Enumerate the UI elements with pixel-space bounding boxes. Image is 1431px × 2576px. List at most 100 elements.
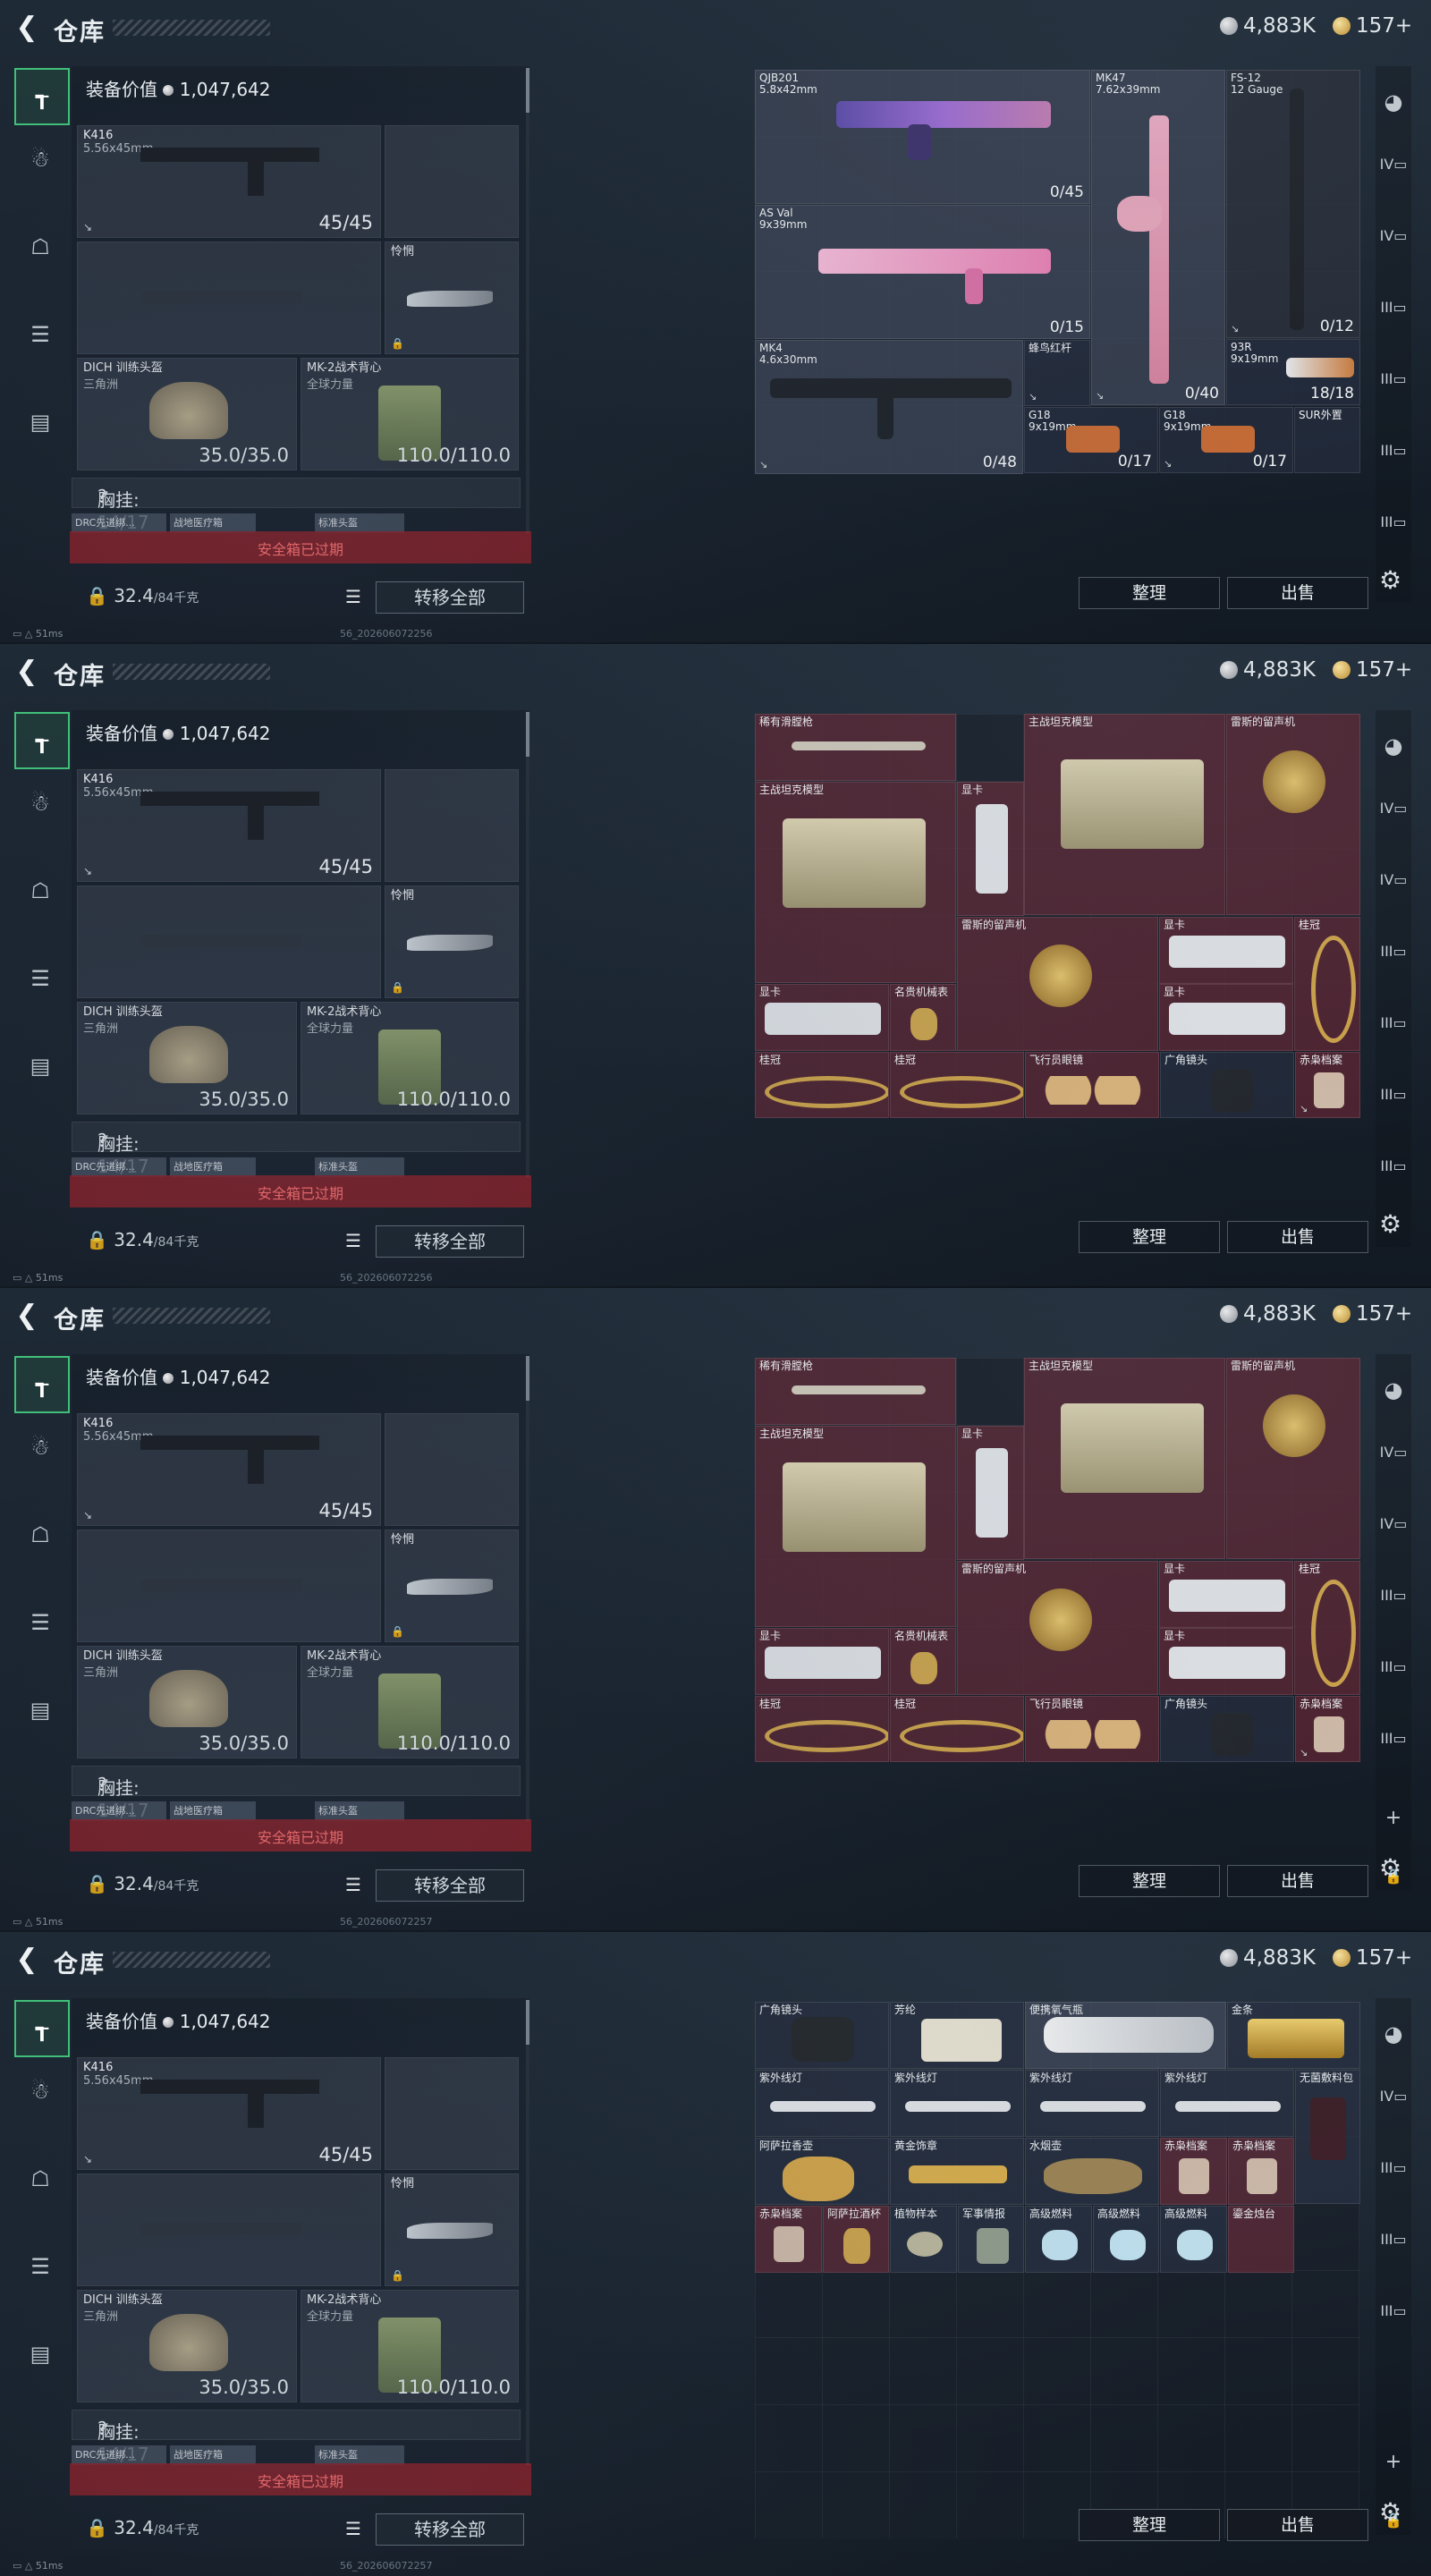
chest-rig-bar[interactable]: 胸挂: 14/17 ?	[72, 1122, 521, 1177]
stash-tab-3-icon[interactable]: III▭	[1376, 1587, 1411, 1604]
nav-bag-icon[interactable]: ☖	[14, 1508, 66, 1562]
rig-item[interactable]: 战地医疗箱	[170, 2445, 256, 2465]
stash-item-hookah[interactable]: 水烟壶	[1025, 2138, 1159, 2205]
rig-item[interactable]: 标准头盔	[315, 2445, 404, 2465]
loadout-scrollbar[interactable]	[526, 2000, 529, 2465]
nav-weapons-icon[interactable]: ┱	[14, 1356, 70, 1413]
stash-item-gpu[interactable]: 显卡	[1159, 1561, 1293, 1628]
stash-tab-3b-icon[interactable]: III▭	[1376, 1014, 1411, 1031]
sell-button[interactable]: 出售	[1227, 1865, 1368, 1897]
stash-item-qjb201[interactable]: QJB201 5.8x42mm 0/45	[755, 70, 1090, 204]
rig-item[interactable]: 战地医疗箱	[170, 1801, 256, 1821]
stash-item-uv-lamp[interactable]: 紫外线灯	[1160, 2070, 1294, 2137]
nav-clipboard-icon[interactable]: ☰	[14, 1596, 66, 1649]
stash-item-mk4[interactable]: MK4 4.6x30mm 0/48 ↘	[755, 340, 1023, 474]
stash-item-luxury-watch[interactable]: 名贵机械表	[890, 984, 956, 1051]
stash-tab-3-icon[interactable]: III▭	[1376, 299, 1411, 316]
stash-item-advanced-fuel[interactable]: 高级燃料	[1025, 2206, 1092, 2273]
secondary-weapon-slot-empty[interactable]	[77, 886, 381, 998]
rig-item[interactable]: DRC先进绑...	[72, 513, 166, 533]
vest-slot[interactable]: MK-2战术背心 全球力量 110.0/110.0	[301, 1646, 519, 1758]
stash-item-gpu[interactable]: 显卡	[1159, 984, 1293, 1051]
transfer-all-button[interactable]: 转移全部	[376, 2513, 524, 2546]
nav-bag-icon[interactable]: ☖	[14, 2152, 66, 2206]
stash-item-gpu[interactable]: 显卡	[1159, 917, 1293, 984]
safe-box-expired-banner[interactable]: 安全箱已过期	[70, 531, 531, 564]
stash-tab-3b-icon[interactable]: III▭	[1376, 2231, 1411, 2248]
stash-tab-3c-icon[interactable]: III▭	[1376, 1730, 1411, 1747]
help-icon[interactable]: ?	[97, 2418, 107, 2439]
helmet-slot[interactable]: DICH 训练头盔 三角洲 35.0/35.0	[77, 358, 297, 470]
sort-button[interactable]: 整理	[1079, 577, 1220, 609]
silver-currency[interactable]: 4,883K	[1220, 658, 1316, 682]
nav-weapons-icon[interactable]: ┱	[14, 712, 70, 769]
stash-item-gramophone[interactable]: 雷斯的留声机	[957, 1561, 1158, 1695]
loadout-scrollbar[interactable]	[526, 1356, 529, 1821]
melee-slot[interactable]: 怜惘 🔒	[385, 242, 519, 354]
vault-icon[interactable]: ◕	[1376, 733, 1411, 758]
stash-item-sur-external[interactable]: SUR外置	[1294, 407, 1360, 473]
rig-item[interactable]: 标准头盔	[315, 513, 404, 533]
stash-item-aviator-glasses[interactable]: 飞行员眼镜	[1025, 1696, 1159, 1762]
helmet-slot[interactable]: DICH 训练头盔 三角洲 35.0/35.0	[77, 2290, 297, 2402]
sell-button[interactable]: 出售	[1227, 1221, 1368, 1253]
stash-item-sterile-dressing[interactable]: 无菌敷料包	[1295, 2070, 1360, 2204]
stash-item-asala-cup[interactable]: 阿萨拉酒杯	[823, 2206, 889, 2273]
stash-item-tank-model[interactable]: 主战坦克模型	[755, 1426, 956, 1627]
pistol-slot-empty[interactable]	[385, 2057, 519, 2170]
add-tab-icon[interactable]: +	[1376, 2451, 1411, 2473]
nav-clipboard-icon[interactable]: ☰	[14, 952, 66, 1005]
stash-item-aviator-glasses[interactable]: 飞行员眼镜	[1025, 1052, 1159, 1118]
stash-item-gilded-candlestick[interactable]: 鎏金烛台	[1228, 2206, 1294, 2273]
sort-button[interactable]: 整理	[1079, 1221, 1220, 1253]
stash-item-fs12[interactable]: FS-12 12 Gauge 0/12 ↘	[1226, 70, 1360, 338]
chest-rig-bar[interactable]: 胸挂: 14/17 ?	[72, 2410, 521, 2465]
primary-weapon-slot[interactable]: K416 5.56x45mm 45/45 ↘	[77, 1413, 381, 1526]
stash-tab-4b-icon[interactable]: IV▭	[1376, 1515, 1411, 1532]
silver-currency[interactable]: 4,883K	[1220, 1302, 1316, 1326]
back-chevron-icon[interactable]: ❮	[14, 657, 39, 687]
back-chevron-icon[interactable]: ❮	[14, 1945, 39, 1975]
nav-clipboard-icon[interactable]: ☰	[14, 308, 66, 361]
stash-item-tank-model[interactable]: 主战坦克模型	[1024, 1358, 1225, 1559]
loadout-scrollbar[interactable]	[526, 68, 529, 533]
stash-item-red-owl-file[interactable]: 赤枭档案	[1228, 2138, 1294, 2205]
vest-slot[interactable]: MK-2战术背心 全球力量 110.0/110.0	[301, 358, 519, 470]
stash-item-gpu[interactable]: 显卡	[1159, 1628, 1293, 1695]
pistol-slot-empty[interactable]	[385, 1413, 519, 1526]
stash-tab-3c-icon[interactable]: III▭	[1376, 1086, 1411, 1103]
nav-case-icon[interactable]: ▤	[14, 1683, 66, 1737]
sell-button[interactable]: 出售	[1227, 577, 1368, 609]
stash-item-aramid[interactable]: 芳纶	[890, 2002, 1024, 2069]
stash-tab-4-icon[interactable]: IV▭	[1376, 1444, 1411, 1461]
rig-item[interactable]: 战地医疗箱	[170, 1157, 256, 1177]
transfer-all-button[interactable]: 转移全部	[376, 581, 524, 614]
stash-item-hummingbird[interactable]: 蜂鸟红杆 ↘	[1024, 340, 1090, 406]
list-icon[interactable]: ☰	[340, 1871, 367, 1898]
secondary-weapon-slot-empty[interactable]	[77, 1530, 381, 1642]
stash-item-as-val[interactable]: AS Val 9x39mm 0/15	[755, 205, 1090, 339]
nav-clipboard-icon[interactable]: ☰	[14, 2240, 66, 2293]
stash-tab-3c-icon[interactable]: III▭	[1376, 2302, 1411, 2319]
nav-case-icon[interactable]: ▤	[14, 1039, 66, 1093]
stash-item-wide-lens[interactable]: 广角镜头	[755, 2002, 889, 2069]
stash-tab-4b-icon[interactable]: IV▭	[1376, 227, 1411, 244]
gold-currency[interactable]: 157+	[1333, 1946, 1412, 1970]
nav-armor-icon[interactable]: ☃	[14, 1420, 66, 1474]
stash-tab-3-icon[interactable]: III▭	[1376, 2159, 1411, 2176]
stash-item-laurel[interactable]: 桂冠	[755, 1696, 889, 1762]
silver-currency[interactable]: 4,883K	[1220, 1946, 1316, 1970]
stash-item-gpu[interactable]: 显卡	[957, 782, 1024, 916]
nav-bag-icon[interactable]: ☖	[14, 220, 66, 274]
help-icon[interactable]: ?	[97, 486, 107, 507]
nav-weapons-icon[interactable]: ┱	[14, 2000, 70, 2057]
stash-tab-3d-icon[interactable]: III▭	[1376, 1157, 1411, 1174]
stash-tab-4-icon[interactable]: IV▭	[1376, 800, 1411, 817]
stash-tab-4-icon[interactable]: IV▭	[1376, 156, 1411, 173]
secondary-weapon-slot-empty[interactable]	[77, 242, 381, 354]
sell-button[interactable]: 出售	[1227, 2509, 1368, 2541]
stash-tab-3-icon[interactable]: III▭	[1376, 943, 1411, 960]
stash-item-mk47[interactable]: MK47 7.62x39mm 0/40 ↘	[1091, 70, 1225, 405]
nav-armor-icon[interactable]: ☃	[14, 132, 66, 186]
gear-icon[interactable]: ⚙	[1379, 2497, 1401, 2527]
